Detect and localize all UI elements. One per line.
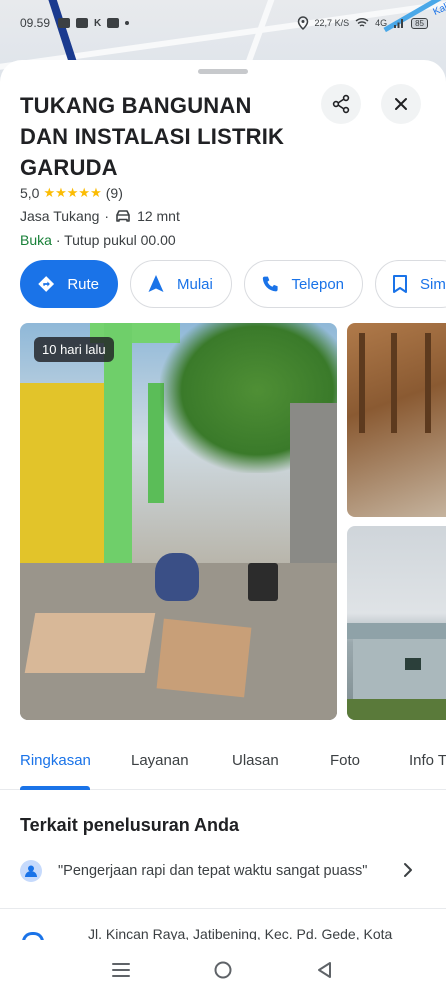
- photo-detail: [24, 613, 156, 673]
- call-label: Telepon: [291, 275, 344, 293]
- open-status: Buka: [20, 232, 52, 248]
- app-notification-icon: [107, 18, 120, 28]
- photo-detail: [391, 333, 397, 433]
- signal-type: 4G: [375, 18, 388, 28]
- tab-photos[interactable]: Foto: [330, 752, 360, 769]
- start-navigation-button[interactable]: Mulai: [130, 260, 232, 308]
- bookmark-icon: [393, 275, 407, 293]
- recent-apps-button[interactable]: [106, 955, 136, 985]
- rating-row[interactable]: 5,0 ★★★★★ (9): [20, 185, 123, 201]
- star-rating-icon: ★★★★★: [43, 185, 102, 200]
- call-button[interactable]: Telepon: [244, 260, 363, 308]
- more-notifications-icon: [125, 21, 130, 25]
- closing-time: · Tutup pukul 00.00: [55, 232, 176, 248]
- drive-time: 12 mnt: [137, 208, 180, 224]
- sheet-drag-handle[interactable]: [198, 69, 248, 74]
- separator: ·: [104, 208, 110, 224]
- category-row: Jasa Tukang · 12 mnt: [20, 208, 180, 224]
- directions-button[interactable]: Rute: [20, 260, 118, 308]
- main-photo[interactable]: 10 hari lalu: [20, 323, 337, 720]
- divider: [0, 908, 446, 909]
- notification-icons: K: [58, 18, 130, 29]
- tab-reviews[interactable]: Ulasan: [232, 752, 279, 769]
- share-icon: [332, 94, 350, 114]
- rating-value: 5,0: [20, 185, 40, 201]
- phone-icon: [262, 276, 278, 292]
- tab-overview[interactable]: Ringkasan: [20, 752, 91, 769]
- place-tabs: Ringkasan Layanan Ulasan Foto Info T: [0, 740, 446, 790]
- action-chips: Rute Mulai Telepon Sim: [20, 260, 446, 308]
- location-pin-icon: [22, 932, 44, 940]
- app-notification-icon: [58, 18, 71, 28]
- status-time: 09.59: [20, 16, 51, 30]
- directions-label: Rute: [67, 275, 99, 293]
- photo-detail: [156, 618, 252, 698]
- start-label: Mulai: [177, 275, 213, 293]
- battery-level: 85: [411, 17, 428, 29]
- location-icon: [297, 16, 308, 30]
- user-avatar-icon: [20, 860, 42, 882]
- navigation-arrow-icon: [148, 275, 164, 292]
- youtube-icon: [76, 18, 89, 28]
- system-icons: 22,7 K/S 4G 85: [297, 16, 428, 30]
- home-circle-icon: [214, 961, 232, 979]
- photo-detail: [248, 563, 278, 601]
- photo-detail: [104, 323, 132, 583]
- related-section-title: Terkait penelusuran Anda: [20, 815, 240, 835]
- photo-detail: [425, 333, 431, 433]
- close-button[interactable]: [381, 84, 421, 124]
- place-title: TUKANG BANGUNAN DAN INSTALASI LISTRIK GA…: [20, 93, 285, 180]
- photo-detail: [359, 333, 365, 433]
- review-count: (9): [105, 185, 123, 201]
- back-triangle-icon: [318, 962, 331, 978]
- active-tab-indicator: [20, 786, 90, 790]
- tab-services[interactable]: Layanan: [131, 752, 189, 769]
- photo-detail: [347, 623, 446, 639]
- side-photo-bottom[interactable]: [347, 526, 446, 720]
- photo-date-badge: 10 hari lalu: [34, 337, 114, 362]
- directions-icon: [38, 276, 55, 292]
- hours-row[interactable]: Buka · Tutup pukul 00.00: [20, 232, 176, 248]
- photo-detail: [405, 658, 421, 670]
- side-photo-top[interactable]: [347, 323, 446, 517]
- tab-info[interactable]: Info T: [409, 752, 446, 769]
- network-speed: 22,7 K/S: [314, 18, 350, 28]
- car-icon: [116, 210, 130, 222]
- menu-lines-icon: [112, 963, 130, 977]
- cell-signal-icon: [394, 19, 404, 28]
- photo-detail: [155, 553, 199, 601]
- place-category: Jasa Tukang: [20, 208, 100, 224]
- close-icon: [395, 98, 407, 110]
- system-nav-bar: [0, 940, 446, 1000]
- review-quote: "Pengerjaan rapi dan tepat waktu sangat …: [58, 863, 368, 879]
- status-bar: 09.59 K 22,7 K/S 4G 85: [0, 0, 446, 46]
- photo-detail: [353, 639, 446, 699]
- photo-detail: [347, 699, 446, 720]
- save-button[interactable]: Sim: [375, 260, 446, 308]
- wifi-icon: [355, 18, 369, 27]
- back-button[interactable]: [310, 955, 340, 985]
- share-button[interactable]: [321, 84, 361, 124]
- k-app-icon: K: [94, 18, 102, 29]
- home-button[interactable]: [208, 955, 238, 985]
- chevron-right-icon: [404, 863, 412, 877]
- place-sheet: TUKANG BANGUNAN DAN INSTALASI LISTRIK GA…: [0, 60, 446, 940]
- photo-detail: [20, 383, 110, 573]
- address-text[interactable]: Jl. Kincan Raya, Jatibening, Kec. Pd. Ge…: [88, 926, 392, 940]
- save-label: Sim: [420, 275, 446, 293]
- person-icon: [25, 865, 37, 877]
- related-search-item[interactable]: "Pengerjaan rapi dan tepat waktu sangat …: [0, 850, 446, 894]
